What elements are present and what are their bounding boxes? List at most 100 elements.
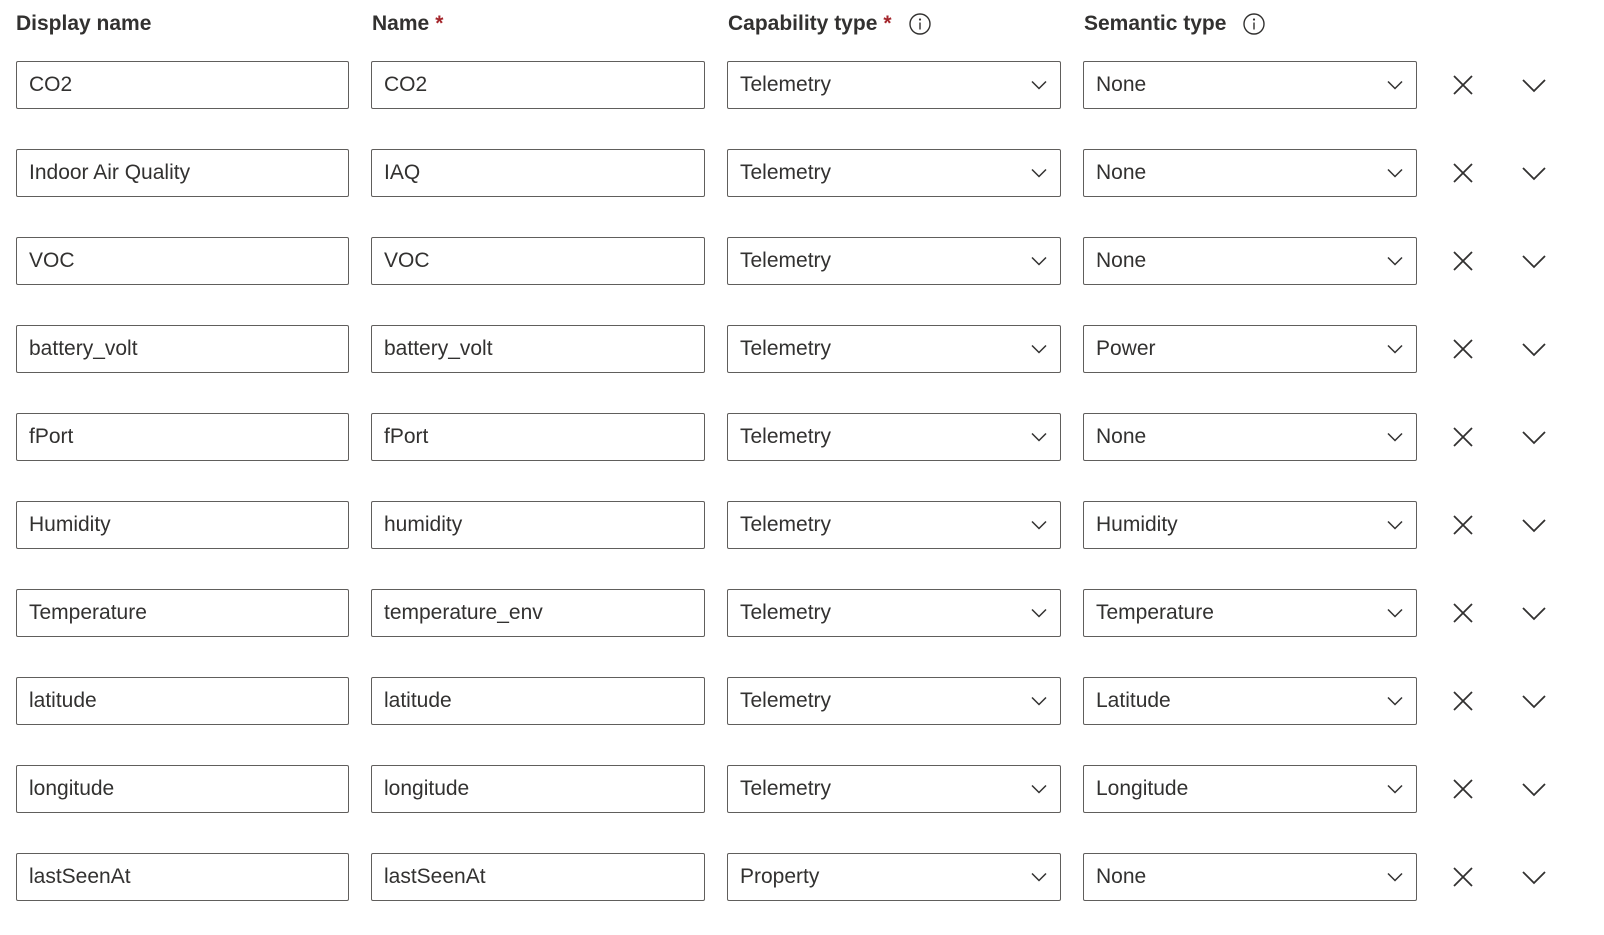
expand-row-button[interactable] xyxy=(1516,859,1552,895)
chevron-down-icon xyxy=(1030,604,1048,622)
delete-row-button[interactable] xyxy=(1445,155,1481,191)
semantic-type-value: Humidity xyxy=(1096,513,1178,536)
capability-type-dropdown[interactable]: Property xyxy=(727,853,1061,901)
display-name-value: battery_volt xyxy=(29,337,138,360)
delete-row-button[interactable] xyxy=(1445,331,1481,367)
name-input[interactable]: battery_volt xyxy=(371,325,705,373)
chevron-down-icon xyxy=(1030,340,1048,358)
chevron-down-icon xyxy=(1030,252,1048,270)
name-value: temperature_env xyxy=(384,601,543,624)
semantic-type-value: None xyxy=(1096,161,1147,184)
expand-row-button[interactable] xyxy=(1516,243,1552,279)
display-name-input[interactable]: Humidity xyxy=(16,501,349,549)
display-name-value: Indoor Air Quality xyxy=(29,161,191,184)
close-icon xyxy=(1451,73,1475,97)
name-input[interactable]: longitude xyxy=(371,765,705,813)
capability-type-dropdown[interactable]: Telemetry xyxy=(727,413,1061,461)
display-name-input[interactable]: latitude xyxy=(16,677,349,725)
capability-type-dropdown[interactable]: Telemetry xyxy=(727,501,1061,549)
expand-row-button[interactable] xyxy=(1516,595,1552,631)
capability-row: longitude longitude Telemetry Longitude xyxy=(0,765,1604,813)
semantic-type-dropdown[interactable]: None xyxy=(1083,237,1417,285)
delete-row-button[interactable] xyxy=(1445,243,1481,279)
display-name-input[interactable]: CO2 xyxy=(16,61,349,109)
semantic-type-dropdown[interactable]: None xyxy=(1083,149,1417,197)
display-name-value: Temperature xyxy=(29,601,147,624)
semantic-type-dropdown[interactable]: None xyxy=(1083,61,1417,109)
name-value: lastSeenAt xyxy=(384,865,486,888)
display-name-input[interactable]: lastSeenAt xyxy=(16,853,349,901)
semantic-type-value: None xyxy=(1096,425,1147,448)
chevron-down-icon xyxy=(1520,863,1548,891)
name-input[interactable]: lastSeenAt xyxy=(371,853,705,901)
capability-type-dropdown[interactable]: Telemetry xyxy=(727,237,1061,285)
semantic-type-dropdown[interactable]: Temperature xyxy=(1083,589,1417,637)
name-input[interactable]: latitude xyxy=(371,677,705,725)
semantic-type-dropdown[interactable]: Humidity xyxy=(1083,501,1417,549)
display-name-input[interactable]: longitude xyxy=(16,765,349,813)
capability-type-dropdown[interactable]: Telemetry xyxy=(727,677,1061,725)
delete-row-button[interactable] xyxy=(1445,771,1481,807)
expand-row-button[interactable] xyxy=(1516,155,1552,191)
capability-type-value: Telemetry xyxy=(740,601,832,624)
capability-type-dropdown[interactable]: Telemetry xyxy=(727,589,1061,637)
chevron-down-icon xyxy=(1386,516,1404,534)
chevron-down-icon xyxy=(1386,604,1404,622)
capability-type-value: Telemetry xyxy=(740,249,832,272)
display-name-input[interactable]: battery_volt xyxy=(16,325,349,373)
semantic-type-dropdown[interactable]: Longitude xyxy=(1083,765,1417,813)
capability-type-dropdown[interactable]: Telemetry xyxy=(727,765,1061,813)
chevron-down-icon xyxy=(1030,428,1048,446)
capability-row: Humidity humidity Telemetry Humidity xyxy=(0,501,1604,549)
display-name-input[interactable]: fPort xyxy=(16,413,349,461)
chevron-down-icon xyxy=(1520,247,1548,275)
capability-type-dropdown[interactable]: Telemetry xyxy=(727,325,1061,373)
info-icon[interactable] xyxy=(1242,12,1266,36)
header-name: Name * xyxy=(372,8,443,40)
semantic-type-value: Longitude xyxy=(1096,777,1189,800)
delete-row-button[interactable] xyxy=(1445,683,1481,719)
delete-row-button[interactable] xyxy=(1445,859,1481,895)
expand-row-button[interactable] xyxy=(1516,507,1552,543)
capability-row: lastSeenAt lastSeenAt Property None xyxy=(0,853,1604,901)
name-input[interactable]: temperature_env xyxy=(371,589,705,637)
delete-row-button[interactable] xyxy=(1445,67,1481,103)
display-name-input[interactable]: Indoor Air Quality xyxy=(16,149,349,197)
semantic-type-dropdown[interactable]: None xyxy=(1083,413,1417,461)
chevron-down-icon xyxy=(1386,164,1404,182)
delete-row-button[interactable] xyxy=(1445,595,1481,631)
expand-row-button[interactable] xyxy=(1516,331,1552,367)
close-icon xyxy=(1451,601,1475,625)
header-semantic-type: Semantic type xyxy=(1084,8,1266,40)
close-icon xyxy=(1451,513,1475,537)
header-capability-type-label: Capability type xyxy=(728,12,878,35)
name-input[interactable]: humidity xyxy=(371,501,705,549)
expand-row-button[interactable] xyxy=(1516,771,1552,807)
chevron-down-icon xyxy=(1520,423,1548,451)
required-asterisk: * xyxy=(883,12,892,35)
delete-row-button[interactable] xyxy=(1445,419,1481,455)
semantic-type-dropdown[interactable]: Latitude xyxy=(1083,677,1417,725)
expand-row-button[interactable] xyxy=(1516,683,1552,719)
capability-type-dropdown[interactable]: Telemetry xyxy=(727,61,1061,109)
name-input[interactable]: fPort xyxy=(371,413,705,461)
display-name-input[interactable]: Temperature xyxy=(16,589,349,637)
name-input[interactable]: VOC xyxy=(371,237,705,285)
name-input[interactable]: CO2 xyxy=(371,61,705,109)
info-icon[interactable] xyxy=(908,12,932,36)
capability-type-value: Telemetry xyxy=(740,777,832,800)
name-value: IAQ xyxy=(384,161,421,184)
capability-type-value: Telemetry xyxy=(740,73,832,96)
capability-type-dropdown[interactable]: Telemetry xyxy=(727,149,1061,197)
chevron-down-icon xyxy=(1520,599,1548,627)
name-value: CO2 xyxy=(384,73,428,96)
semantic-type-value: None xyxy=(1096,73,1147,96)
expand-row-button[interactable] xyxy=(1516,67,1552,103)
expand-row-button[interactable] xyxy=(1516,419,1552,455)
display-name-input[interactable]: VOC xyxy=(16,237,349,285)
delete-row-button[interactable] xyxy=(1445,507,1481,543)
semantic-type-dropdown[interactable]: None xyxy=(1083,853,1417,901)
capability-type-value: Telemetry xyxy=(740,161,832,184)
semantic-type-dropdown[interactable]: Power xyxy=(1083,325,1417,373)
name-input[interactable]: IAQ xyxy=(371,149,705,197)
